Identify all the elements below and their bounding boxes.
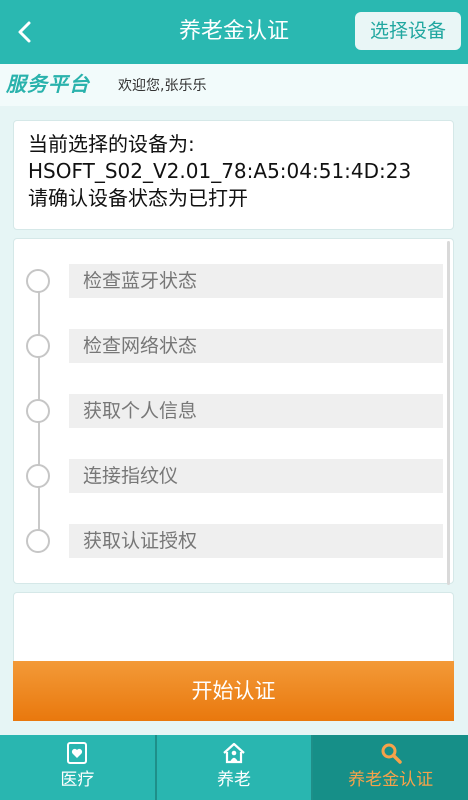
tab-label: 养老 bbox=[217, 770, 251, 790]
house-person-icon bbox=[223, 742, 245, 764]
device-id: HSOFT_S02_V2.01_78:A5:04:51:4D:23 bbox=[28, 159, 412, 183]
tab-pension-authentication[interactable]: 养老金认证 bbox=[313, 735, 468, 800]
device-info-line-3: 请确认设备状态为已打开 bbox=[28, 186, 248, 210]
welcome-bar: 服务平台 欢迎您,张乐乐 bbox=[0, 64, 468, 106]
step-get-personal-info: 获取个人信息 bbox=[14, 394, 455, 428]
step-circle-icon bbox=[26, 269, 50, 293]
step-check-network: 检查网络状态 bbox=[14, 329, 455, 363]
tab-label: 养老金认证 bbox=[348, 770, 434, 790]
step-label: 获取个人信息 bbox=[69, 394, 443, 428]
scrollbar[interactable] bbox=[447, 241, 450, 585]
step-connect-fingerprint: 连接指纹仪 bbox=[14, 459, 455, 493]
start-authentication-button[interactable]: 开始认证 bbox=[13, 661, 454, 721]
step-label: 检查网络状态 bbox=[69, 329, 443, 363]
steps-list: 检查蓝牙状态 检查网络状态 获取个人信息 连接指纹仪 获取认证授权 bbox=[13, 238, 455, 585]
content-card bbox=[13, 592, 454, 662]
step-label: 获取认证授权 bbox=[69, 524, 443, 558]
welcome-text: 欢迎您,张乐乐 bbox=[118, 78, 207, 94]
tab-label: 医疗 bbox=[60, 770, 95, 790]
heart-card-icon bbox=[67, 742, 88, 764]
tab-medical[interactable]: 医疗 bbox=[0, 735, 157, 800]
device-info-card: 当前选择的设备为: HSOFT_S02_V2.01_78:A5:04:51:4D… bbox=[13, 120, 454, 230]
step-circle-icon bbox=[26, 529, 50, 553]
device-info-line-1: 当前选择的设备为: bbox=[28, 132, 195, 156]
service-platform-logo: 服务平台 bbox=[6, 72, 90, 96]
step-label: 连接指纹仪 bbox=[69, 459, 443, 493]
step-circle-icon bbox=[26, 334, 50, 358]
step-check-bluetooth: 检查蓝牙状态 bbox=[14, 264, 455, 298]
header-bar: 养老金认证 选择设备 bbox=[0, 0, 468, 64]
select-device-button[interactable]: 选择设备 bbox=[355, 12, 461, 50]
bottom-tab-bar: 医疗 养老 养老金认证 bbox=[0, 735, 468, 800]
tab-elderly-care[interactable]: 养老 bbox=[157, 735, 314, 800]
magnifier-icon bbox=[381, 743, 402, 764]
step-label: 检查蓝牙状态 bbox=[69, 264, 443, 298]
step-get-authorization: 获取认证授权 bbox=[14, 524, 455, 558]
step-circle-icon bbox=[26, 399, 50, 423]
step-circle-icon bbox=[26, 464, 50, 488]
